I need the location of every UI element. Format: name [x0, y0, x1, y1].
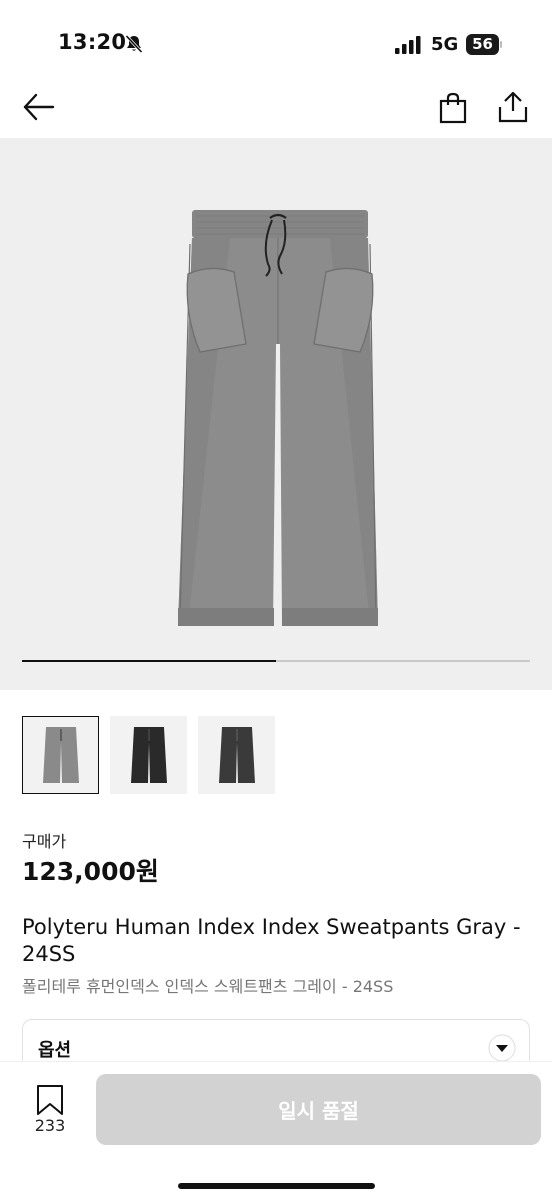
option-label: 옵션 [38, 1040, 72, 1061]
price-value: 123,000원 [22, 857, 159, 886]
nav-header [0, 80, 552, 138]
bookmark-icon [37, 1085, 63, 1115]
gallery-progress-fill [22, 660, 276, 662]
product-subtitle: 폴리테루 휴먼인덱스 인덱스 스웨트팬츠 그레이 - 24SS [22, 977, 394, 996]
share-icon [498, 91, 528, 123]
shopping-bag-button[interactable] [438, 92, 468, 124]
product-title: Polyteru Human Index Index Sweatpants Gr… [22, 915, 521, 966]
bottom-action-bar: 233 일시 품절 [0, 1061, 552, 1200]
charcoal-pants-thumbnail [218, 727, 255, 783]
thumbnail-charcoal[interactable] [198, 716, 275, 794]
signal-icon [395, 36, 421, 54]
back-button[interactable] [22, 92, 56, 122]
share-button[interactable] [497, 90, 529, 124]
chevron-down-icon [488, 1034, 516, 1062]
battery-level: 56 [472, 35, 493, 53]
black-pants-thumbnail [130, 727, 167, 783]
battery-indicator: 56 [466, 34, 502, 56]
status-bar: 13:20 5G 56 [0, 0, 552, 80]
thumbnail-gray[interactable] [22, 716, 99, 794]
status-time: 13:20 [58, 30, 127, 54]
gallery-progress-track [22, 660, 530, 662]
price-label: 구매가 [22, 832, 67, 851]
shopping-bag-icon [439, 92, 467, 124]
battery-cap [500, 41, 502, 48]
arrow-left-icon [23, 93, 55, 121]
product-image-gallery[interactable] [0, 138, 552, 690]
network-label: 5G [431, 34, 459, 55]
bookmark-count: 233 [34, 1116, 66, 1135]
sold-out-button[interactable]: 일시 품절 [96, 1074, 541, 1145]
bell-slash-icon [125, 34, 143, 54]
product-image [178, 210, 378, 626]
thumbnail-black[interactable] [110, 716, 187, 794]
home-indicator [178, 1183, 375, 1189]
gray-pants-thumbnail [42, 727, 79, 783]
